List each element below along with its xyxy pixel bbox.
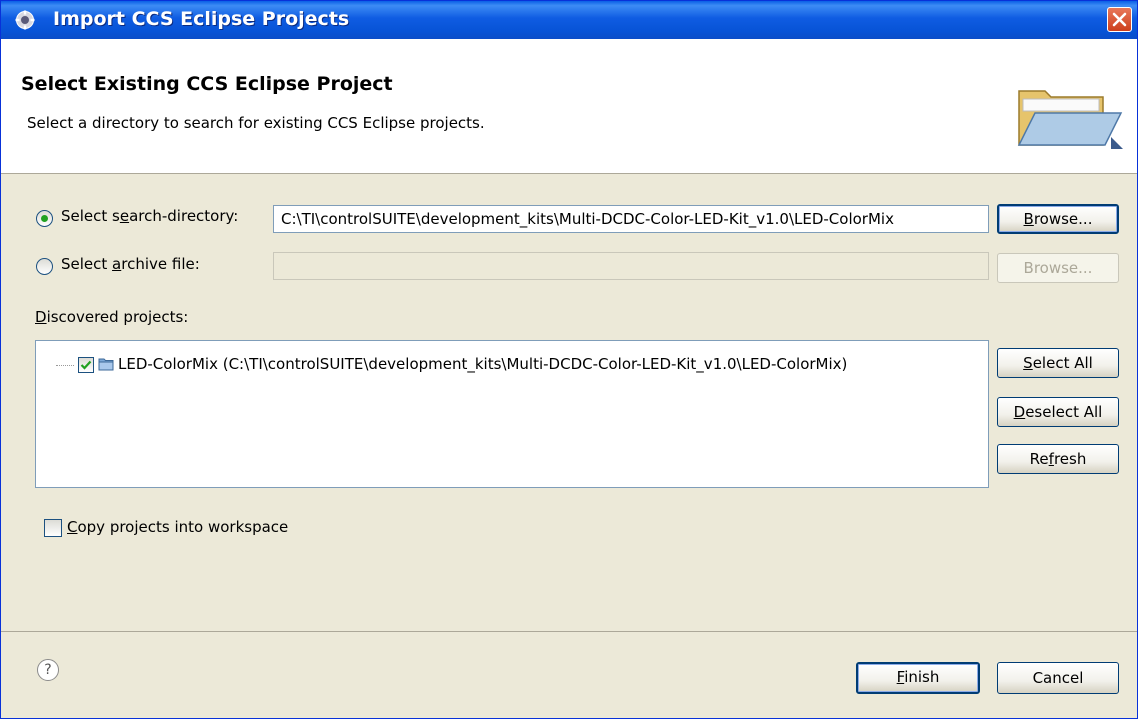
import-dialog: Import CCS Eclipse Projects Select Exist… [0,0,1138,719]
archive-file-label[interactable]: Select archive file: [61,255,200,273]
search-directory-label[interactable]: Select search-directory: [61,207,238,225]
browse-directory-button[interactable]: Browse... [997,204,1119,234]
title-bar[interactable]: Import CCS Eclipse Projects [1,1,1137,39]
archive-file-radio[interactable] [36,258,53,275]
wizard-header: Select Existing CCS Eclipse Project Sele… [1,39,1137,174]
project-folder-icon [98,358,114,371]
wizard-body: Select search-directory: C:\TI\controlSU… [1,174,1137,631]
open-folder-icon [1017,90,1123,149]
search-directory-radio[interactable] [36,210,53,227]
page-title: Select Existing CCS Eclipse Project [21,73,393,95]
page-description: Select a directory to search for existin… [27,114,485,132]
checkmark-icon [80,360,92,370]
deselect-all-button[interactable]: Deselect All [997,397,1119,427]
browse-archive-button[interactable]: Browse... [997,253,1119,283]
cancel-button[interactable]: Cancel [997,662,1119,694]
finish-button[interactable]: Finish [856,662,980,694]
wizard-footer: ? Finish Cancel [1,631,1137,718]
eclipse-gear-icon [15,10,35,30]
help-icon[interactable]: ? [37,659,59,681]
copy-into-workspace-label[interactable]: Copy projects into workspace [67,518,288,536]
close-icon [1112,12,1127,27]
copy-into-workspace-checkbox[interactable] [44,519,62,537]
window-title: Import CCS Eclipse Projects [53,8,350,30]
archive-file-input[interactable] [273,252,989,280]
tree-connector [56,365,74,366]
close-button[interactable] [1107,7,1132,32]
project-item[interactable]: LED-ColorMix (C:\TI\controlSUITE\develop… [118,355,847,373]
project-checkbox[interactable] [78,357,94,373]
search-directory-input[interactable]: C:\TI\controlSUITE\development_kits\Mult… [273,205,989,233]
project-tree[interactable]: LED-ColorMix (C:\TI\controlSUITE\develop… [35,340,989,488]
select-all-button[interactable]: Select All [997,348,1119,378]
refresh-button[interactable]: Refresh [997,444,1119,474]
discovered-projects-label: Discovered projects: [35,308,189,326]
